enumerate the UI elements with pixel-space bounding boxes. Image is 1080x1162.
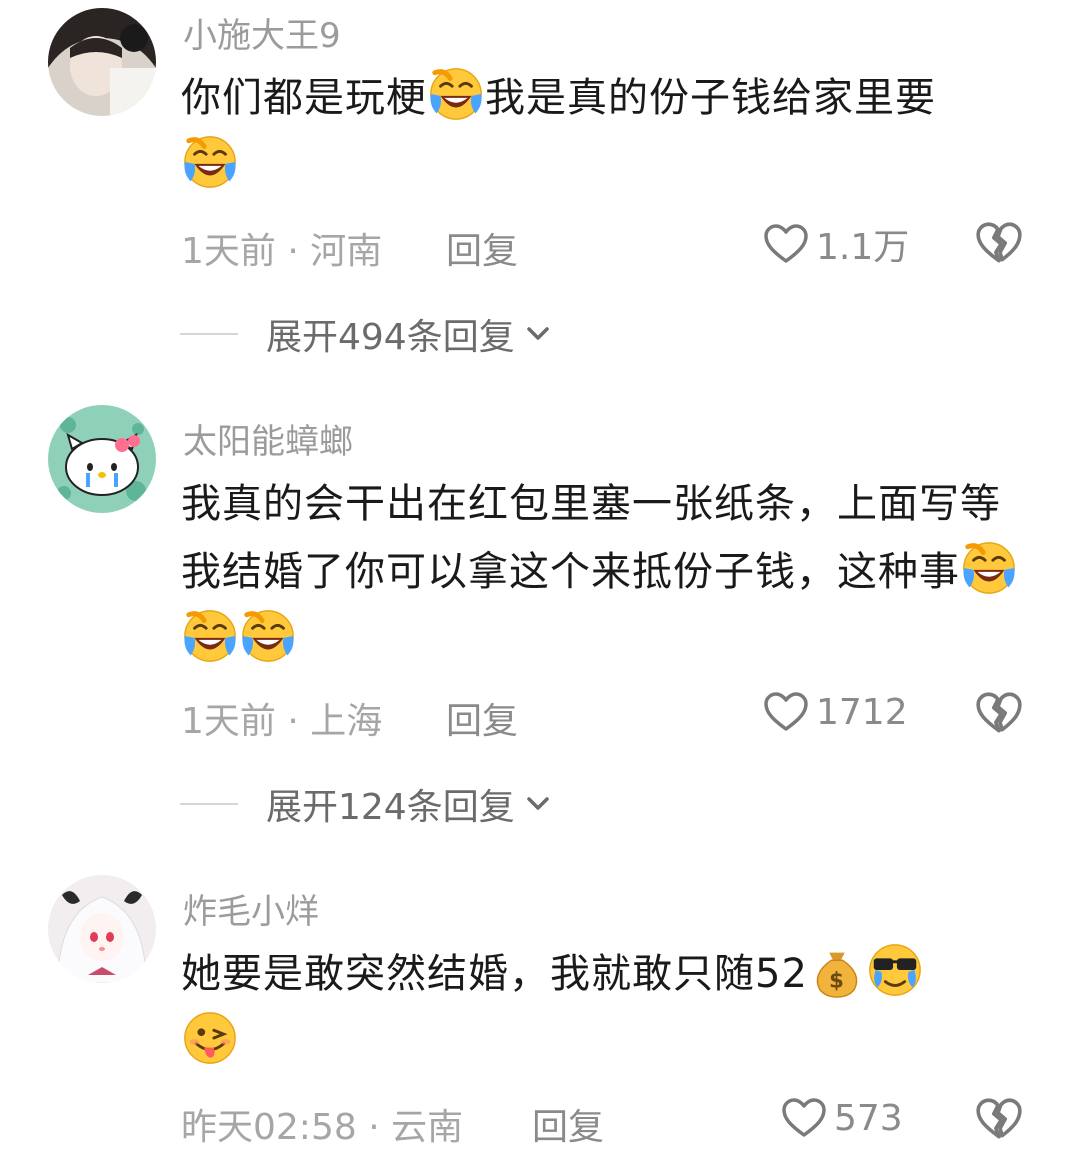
expand-replies-button[interactable]: 展开494条回复 [180,308,553,360]
expand-replies-button[interactable]: 展开124条回复 [180,778,553,830]
like-button[interactable]: 1712 [762,688,908,736]
laughing-crying-emoji [427,65,485,123]
broken-heart-icon[interactable] [974,688,1024,738]
divider [180,333,238,335]
expand-replies-label: 展开124条回复 [266,787,515,828]
money-bag-emoji [808,941,866,999]
comment-item: 太阳能蟑螂 我真的会干出在红包里塞一张纸条，上面写等我结婚了你可以拿这个来抵份子… [0,400,1080,840]
avatar[interactable] [48,405,156,513]
like-count: 573 [834,1097,903,1139]
reply-button[interactable]: 回复 [446,222,518,274]
separator: · [287,231,299,272]
comment-meta: 昨天02:58 · 云南 [181,1098,463,1150]
separator: · [287,701,299,742]
timestamp: 1天前 [181,701,276,742]
username[interactable]: 炸毛小烊 [183,884,319,933]
comment-text: 你们都是玩梗 我是真的份子钱给家里要 [181,64,1031,200]
like-count: 1712 [816,691,908,733]
avatar[interactable] [48,875,156,983]
location: 河南 [310,231,383,272]
heart-outline-icon [780,1094,828,1142]
like-count: 1.1万 [816,227,910,268]
reply-button[interactable]: 回复 [446,692,518,744]
chevron-down-icon [523,319,553,349]
like-button[interactable]: 1.1万 [762,218,909,270]
heart-outline-icon [762,688,810,736]
comment-text-part: 我是真的份子钱给家里要 [485,75,936,121]
laughing-crying-emoji [181,133,239,191]
username[interactable]: 太阳能蟑螂 [183,414,353,463]
comment-item: 小施大王9 你们都是玩梗 我是真的份子钱给家里要 1天前 · 河南 回复 1.1万… [0,0,1080,380]
comment-item: 炸毛小烊 她要是敢突然结婚，我就敢只随52 昨天02:58 · 云南 回复 57… [0,870,1080,1162]
avatar[interactable] [48,8,156,116]
sunglasses-crying-emoji [866,941,924,999]
heart-outline-icon [762,220,810,268]
comment-meta: 1天前 · 上海 [181,692,382,744]
broken-heart-icon[interactable] [974,1094,1024,1144]
comment-text: 她要是敢突然结婚，我就敢只随52 [181,940,1031,1076]
location: 云南 [391,1107,464,1148]
divider [180,803,238,805]
username[interactable]: 小施大王9 [183,8,341,57]
reply-button[interactable]: 回复 [532,1098,604,1150]
broken-heart-icon[interactable] [974,218,1024,268]
laughing-crying-emoji [239,607,297,665]
laughing-crying-emoji [960,539,1018,597]
location: 上海 [310,701,383,742]
wink-tongue-emoji [181,1009,239,1067]
timestamp: 昨天02:58 [181,1107,357,1148]
comment-text-part: 我真的会干出在红包里塞一张纸条，上面写等我结婚了你可以拿这个来抵份子钱，这种事 [181,481,1001,595]
expand-replies-label: 展开494条回复 [266,317,515,358]
chevron-down-icon [523,789,553,819]
comment-text: 我真的会干出在红包里塞一张纸条，上面写等我结婚了你可以拿这个来抵份子钱，这种事 [181,470,1031,674]
laughing-crying-emoji [181,607,239,665]
comment-text-part: 你们都是玩梗 [181,75,427,121]
like-button[interactable]: 573 [780,1094,903,1142]
comment-meta: 1天前 · 河南 [181,222,382,274]
comment-text-part: 她要是敢突然结婚，我就敢只随52 [181,951,808,997]
separator: · [368,1107,380,1148]
timestamp: 1天前 [181,231,276,272]
